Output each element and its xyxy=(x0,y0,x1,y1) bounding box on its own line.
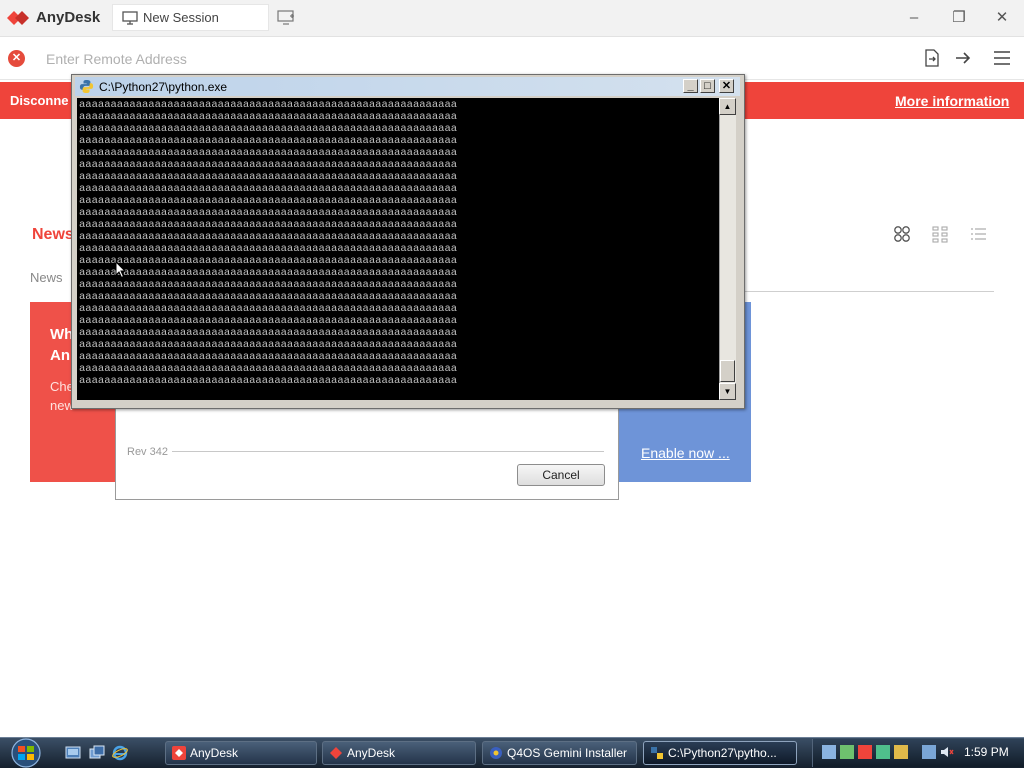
anydesk-app-icon xyxy=(330,747,342,759)
disconnected-status-icon: ✕ xyxy=(8,50,25,67)
tile-view-icon[interactable] xyxy=(893,225,911,243)
taskbar-item-anydesk-1[interactable]: AnyDesk xyxy=(165,741,317,765)
minimize-icon[interactable]: – xyxy=(902,7,926,29)
close-icon[interactable]: ✕ xyxy=(990,7,1014,29)
security-icon[interactable] xyxy=(876,745,890,759)
app-name: AnyDesk xyxy=(36,9,101,26)
python-icon xyxy=(79,80,94,93)
console-output[interactable]: aaaaaaaaaaaaaaaaaaaaaaaaaaaaaaaaaaaaaaaa… xyxy=(77,98,719,400)
anydesk-logo-icon xyxy=(7,11,29,25)
folder-tray-icon[interactable] xyxy=(894,745,908,759)
mouse-cursor-icon xyxy=(115,261,127,279)
file-transfer-icon[interactable] xyxy=(922,49,942,67)
scroll-thumb[interactable] xyxy=(720,360,735,382)
console-close-button[interactable]: ✕ xyxy=(719,79,734,93)
tab-new-session[interactable]: New Session xyxy=(112,4,269,31)
q4os-installer-icon xyxy=(490,747,502,759)
taskbar-item-label: AnyDesk xyxy=(347,746,396,760)
switch-windows-icon[interactable] xyxy=(89,745,105,761)
monitor-icon xyxy=(122,11,138,25)
taskbar-item-label: AnyDesk xyxy=(190,746,239,760)
menu-icon[interactable] xyxy=(992,49,1012,67)
remote-address-input[interactable] xyxy=(38,47,638,71)
news-heading: News xyxy=(32,226,74,243)
cancel-button[interactable]: Cancel xyxy=(517,464,605,486)
anydesk-app-icon xyxy=(172,746,186,760)
news-card-title-line1: Wh xyxy=(50,326,74,343)
list-view-icon[interactable] xyxy=(969,225,987,243)
taskbar-item-q4os-installer[interactable]: Q4OS Gemini Installer xyxy=(482,741,637,765)
show-desktop-icon[interactable] xyxy=(65,745,81,761)
restore-icon[interactable]: ❐ xyxy=(947,7,971,29)
console-scrollbar[interactable] xyxy=(719,98,736,400)
anydesk-tray-icon[interactable] xyxy=(858,745,872,759)
taskbar-item-python-console[interactable]: C:\Python27\pytho... xyxy=(643,741,797,765)
network-drive-icon[interactable] xyxy=(822,745,836,759)
volume-muted-icon[interactable] xyxy=(940,745,954,759)
taskbar-item-label: C:\Python27\pytho... xyxy=(668,746,777,760)
update-icon[interactable] xyxy=(840,745,854,759)
taskbar-item-anydesk-2[interactable]: AnyDesk xyxy=(322,741,476,765)
more-information-link[interactable]: More information xyxy=(895,93,1009,109)
tab-news[interactable]: News xyxy=(30,270,63,285)
console-maximize-button[interactable]: □ xyxy=(700,79,715,93)
news-card-title: Wh An xyxy=(50,324,73,366)
console-minimize-button[interactable]: _ xyxy=(683,79,698,93)
tab-label: New Session xyxy=(143,10,219,25)
scroll-up-icon[interactable]: ▲ xyxy=(719,98,736,115)
python-icon xyxy=(651,747,663,759)
start-button-icon[interactable] xyxy=(6,737,46,768)
new-tab-icon[interactable] xyxy=(277,10,295,26)
scroll-down-icon[interactable]: ▼ xyxy=(719,383,736,400)
taskbar-item-label: Q4OS Gemini Installer xyxy=(507,746,628,760)
grid-view-icon[interactable] xyxy=(931,225,949,243)
revision-divider xyxy=(172,451,604,452)
network-icon[interactable] xyxy=(922,745,936,759)
banner-text: Disconne xyxy=(10,93,69,108)
internet-explorer-icon[interactable] xyxy=(112,745,128,761)
connect-arrow-icon[interactable] xyxy=(953,49,973,67)
console-title: C:\Python27\python.exe xyxy=(99,80,228,94)
clock[interactable]: 1:59 PM xyxy=(964,745,1009,759)
enable-now-link[interactable]: Enable now ... xyxy=(641,445,730,461)
revision-label: Rev 342 xyxy=(127,446,168,458)
console-text: aaaaaaaaaaaaaaaaaaaaaaaaaaaaaaaaaaaaaaaa… xyxy=(79,99,458,387)
news-card-title-line2: An xyxy=(50,347,70,364)
